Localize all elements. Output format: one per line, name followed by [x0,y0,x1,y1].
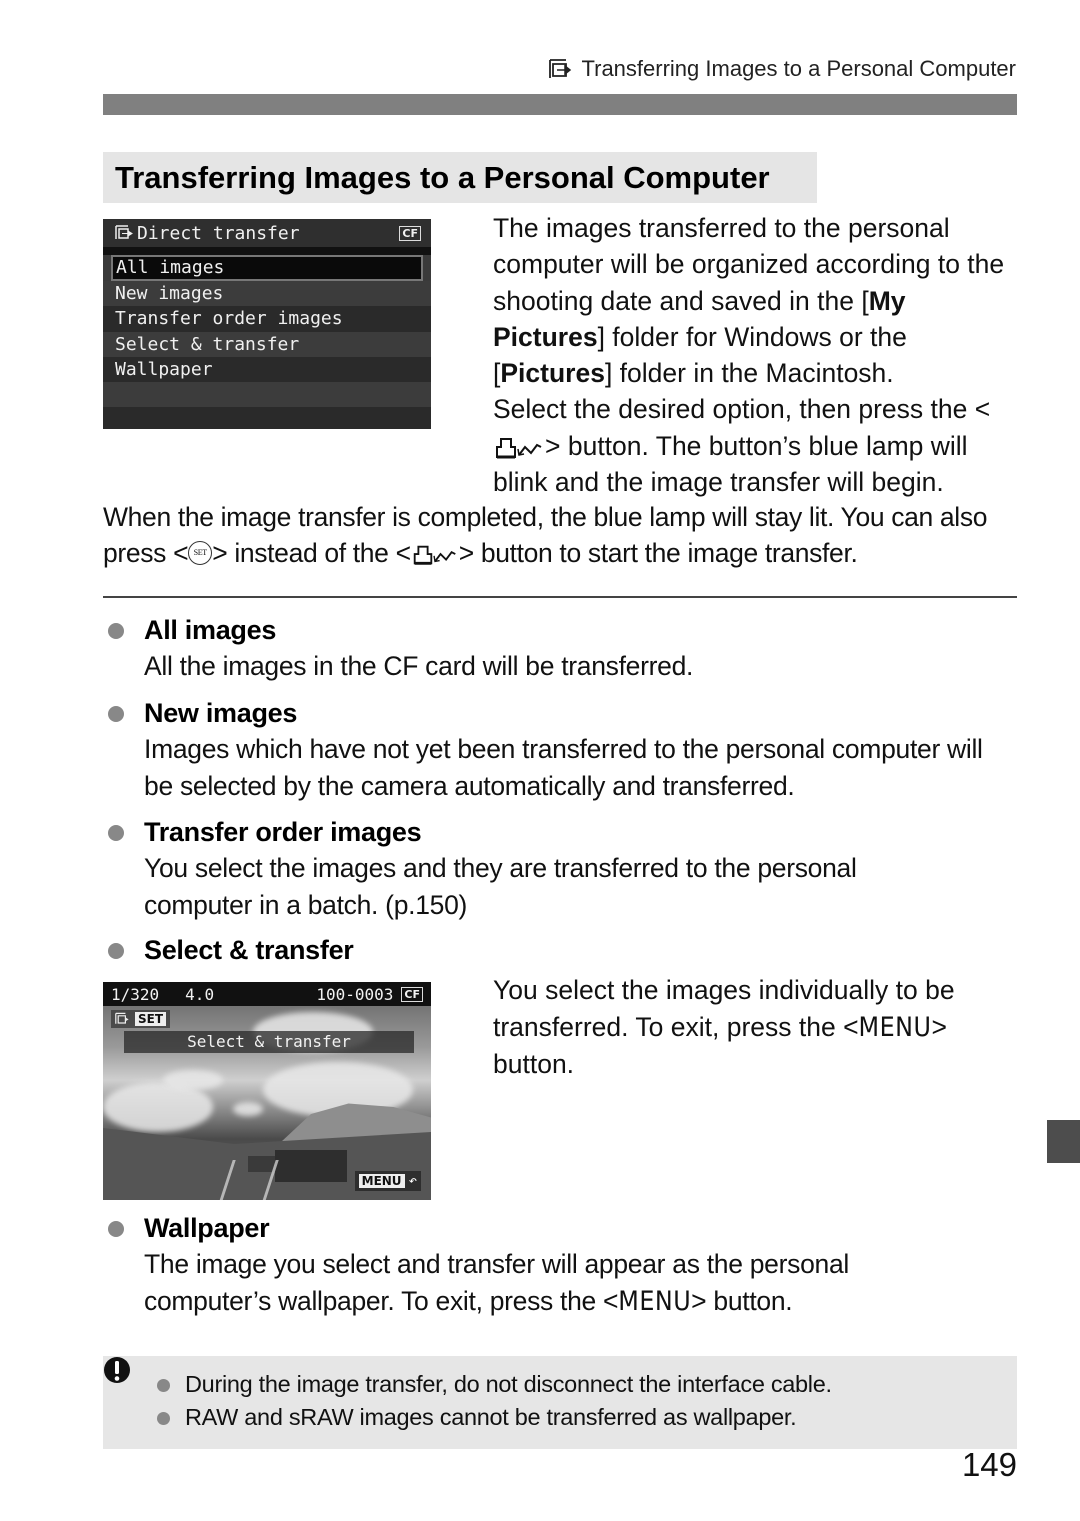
cloud [233,1102,263,1116]
menu-header: Direct transfer CF [103,219,431,247]
page-number: 149 [961,1446,1017,1483]
description-text: > button. [691,1285,793,1316]
direct-transfer-icon [115,1012,129,1024]
caution-icon [104,1357,130,1383]
camera-playback-screenshot: 1/320 4.0 100-0003 CF SET Select & trans… [103,982,431,1200]
option-description: Images which have not yet been transferr… [144,734,983,801]
menu-title: Direct transfer [137,222,300,244]
option-title: All images [144,615,277,645]
menu-item-transfer-order-images[interactable]: Transfer order images [103,306,431,332]
menu-return-indicator: MENU ↶ [354,1171,421,1191]
intro-paragraph: The images transferred to the personal c… [493,210,1023,500]
camera-menu-screenshot: Direct transfer CF All images New images… [103,219,431,429]
completion-text: > instead of the < [212,538,411,569]
set-indicator: SET [111,1010,171,1028]
barn [275,1150,347,1182]
instruction-text: > button. The button’s blue lamp will bl… [493,430,968,498]
instruction-text: Select the desired option, then press th… [493,394,991,425]
menu-separator [103,247,431,255]
print-share-icon [496,437,542,459]
completion-paragraph: When the image transfer is completed, th… [103,499,1023,572]
option-title: Select & transfer [144,935,354,965]
bullet-icon [108,706,124,722]
option-transfer-order-images: Transfer order images You select the ima… [108,814,1008,923]
option-title: Wallpaper [144,1213,270,1243]
cf-card-icon: CF [401,986,423,1002]
caution-box: During the image transfer, do not discon… [103,1356,1017,1449]
print-share-icon [413,546,456,565]
option-description: The image you select and transfer will a… [144,1246,964,1320]
playback-info-bar: 1/320 4.0 100-0003 CF [103,982,431,1006]
menu-item-empty [103,382,431,408]
menu-item-wallpaper[interactable]: Wallpaper [103,356,431,383]
menu-item-all-images[interactable]: All images [111,255,423,281]
menu-item-select-transfer[interactable]: Select & transfer [103,331,431,357]
caution-item: RAW and sRAW images cannot be transferre… [155,1401,832,1434]
bullet-icon [108,825,124,841]
folder-name-pictures: Pictures [500,358,605,389]
menu-item-empty [103,407,431,429]
option-title: Transfer order images [144,817,422,847]
menu-button-label: MENU [858,1011,932,1043]
option-select-transfer: Select & transfer [108,932,1008,968]
shutter-speed: 1/320 [111,984,160,1004]
option-description: You select the images and they are trans… [144,853,857,920]
caution-list: During the image transfer, do not discon… [155,1368,832,1434]
chapter-tab [1047,1120,1080,1163]
return-arrow-icon: ↶ [408,1173,417,1189]
bullet-icon [108,623,124,639]
section-title: Transferring Images to a Personal Comput… [103,152,817,203]
cf-card-icon: CF [399,225,421,241]
running-head-text: Transferring Images to a Personal Comput… [581,56,1017,81]
set-button-label: SET [135,1012,167,1026]
cloud [163,1070,223,1090]
set-button-icon: SET [188,541,213,566]
option-title: New images [144,698,298,728]
option-description: All the images in the CF card will be tr… [144,651,694,681]
bullet-icon [108,943,124,959]
header-rule [103,94,1017,115]
file-number: 100-0003 [316,984,394,1004]
caution-item: During the image transfer, do not discon… [155,1368,832,1401]
menu-button-label: MENU [618,1285,692,1317]
section-divider [103,596,1017,598]
running-head: Transferring Images to a Personal Comput… [548,56,1017,82]
select-transfer-description: You select the images individually to be… [493,972,1023,1083]
menu-list: All images New images Transfer order ima… [103,255,431,429]
direct-transfer-icon [548,59,571,78]
option-new-images: New images Images which have not yet bee… [108,695,1008,804]
intro-text: ] folder in the Macintosh. [604,358,894,389]
bullet-icon [108,1221,124,1237]
option-all-images: All images All the images in the CF card… [108,612,1008,685]
menu-button-label: MENU [358,1174,405,1188]
aperture-value: 4.0 [185,984,215,1004]
direct-transfer-icon [115,225,133,239]
mode-banner: Select & transfer [124,1031,414,1053]
completion-text: > button to start the image transfer. [458,538,858,569]
intro-text: The images transferred to the personal c… [493,213,1005,316]
option-wallpaper: Wallpaper The image you select and trans… [108,1210,1008,1320]
menu-item-new-images[interactable]: New images [103,281,431,307]
